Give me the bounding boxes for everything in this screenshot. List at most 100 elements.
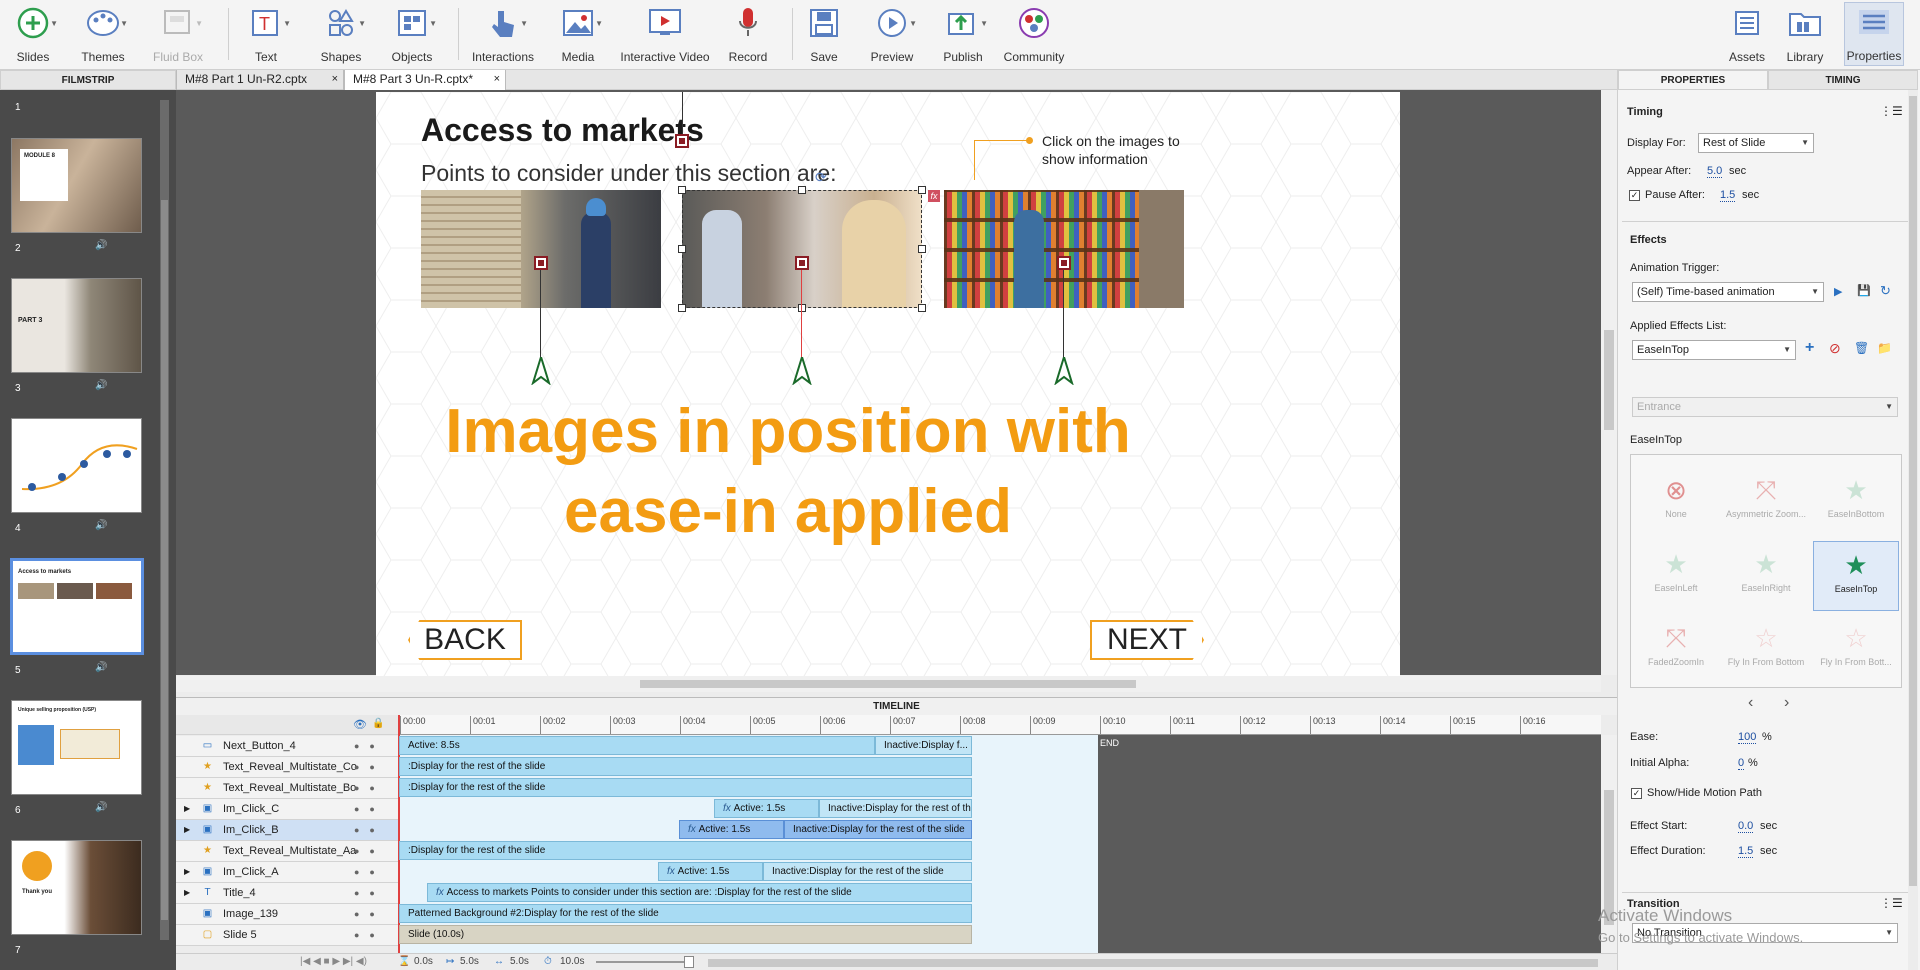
interactive-video-button[interactable]: Interactive Video bbox=[620, 4, 710, 66]
timeline-bar[interactable]: Patterned Background #2:Display for the … bbox=[399, 904, 972, 923]
pause-after-value[interactable]: 1.5 bbox=[1720, 189, 1736, 202]
disable-effect-icon[interactable]: ⊘ bbox=[1829, 340, 1841, 357]
timeline-row[interactable]: ★ Text_Reveal_Multistate_Aa ●● bbox=[176, 841, 398, 862]
objects-button[interactable]: ▼ Objects bbox=[388, 4, 437, 66]
timeline-bar[interactable]: fx Access to markets Points to consider … bbox=[427, 883, 972, 902]
motion-path-marker[interactable] bbox=[795, 256, 809, 270]
slide-thumb-5[interactable]: Access to markets bbox=[10, 558, 144, 655]
slide-title[interactable]: Access to markets bbox=[421, 112, 704, 149]
properties-button[interactable]: Properties bbox=[1844, 2, 1904, 66]
timeline-bar[interactable]: :Display for the rest of the slide bbox=[399, 778, 972, 797]
timeline-bar[interactable]: Inactive:Display for the rest of the sli… bbox=[784, 820, 972, 839]
visibility-lock-toggles[interactable]: ●● bbox=[354, 825, 385, 835]
timeline-row[interactable]: ▢ Slide 5 ●● bbox=[176, 925, 398, 946]
effect-fly-in-from-bott[interactable]: ☆ Fly In From Bott... bbox=[1813, 615, 1899, 685]
rotate-icon[interactable]: ⟳ bbox=[815, 170, 829, 184]
stage-vertical-scroll-thumb[interactable] bbox=[1604, 330, 1614, 430]
effect-easeintop[interactable]: ★ EaseInTop bbox=[1813, 541, 1899, 611]
timeline-bar[interactable]: :Display for the rest of the slide bbox=[399, 757, 972, 776]
resize-handle[interactable] bbox=[798, 304, 806, 312]
expand-icon[interactable]: ▶ bbox=[184, 867, 190, 876]
slide-canvas[interactable]: Access to markets Points to consider und… bbox=[376, 92, 1400, 677]
expand-icon[interactable]: ▶ bbox=[184, 888, 190, 897]
timeline-vertical-scroll-thumb[interactable] bbox=[1604, 790, 1614, 925]
effect-category-dropdown[interactable]: Entrance ▼ bbox=[1632, 397, 1898, 417]
themes-button[interactable]: ▼ Themes bbox=[78, 4, 128, 66]
playback-controls[interactable]: |◀ ◀ ■ ▶ ▶| ◀) bbox=[300, 956, 367, 967]
fx-icon[interactable]: fx bbox=[723, 803, 734, 814]
effect-duration-value[interactable]: 1.5 bbox=[1738, 845, 1754, 858]
resize-handle[interactable] bbox=[918, 304, 926, 312]
slide-thumb-2[interactable]: MODULE 8 bbox=[11, 138, 142, 233]
assets-button[interactable]: Assets bbox=[1726, 4, 1768, 66]
effect-start-value[interactable]: 0.0 bbox=[1738, 820, 1754, 833]
delete-effect-icon[interactable]: 🗑 bbox=[1854, 341, 1869, 355]
text-button[interactable]: T ▼ Text bbox=[244, 4, 291, 66]
chevron-left-icon[interactable]: ‹ bbox=[1748, 694, 1753, 712]
expand-icon[interactable]: ▶ bbox=[184, 825, 190, 834]
timeline-bar[interactable]: fx Active: 1.5s bbox=[658, 862, 763, 881]
community-button[interactable]: Community bbox=[1004, 4, 1064, 66]
timeline-row[interactable]: ▶ ▣ Im_Click_B ●● bbox=[176, 820, 398, 841]
publish-button[interactable]: ▼ Publish bbox=[940, 4, 988, 66]
tab-timing[interactable]: TIMING bbox=[1768, 70, 1918, 90]
shapes-button[interactable]: ▼ Shapes bbox=[318, 4, 366, 66]
motion-path-marker[interactable] bbox=[675, 134, 689, 148]
record-button[interactable]: Record bbox=[726, 4, 770, 66]
menu-icon[interactable]: ⋮☰ bbox=[1880, 104, 1903, 118]
image-click-a[interactable] bbox=[421, 190, 661, 308]
timeline-bar[interactable]: Inactive:Display f... bbox=[875, 736, 972, 755]
effect-easeinright[interactable]: ★ EaseInRight bbox=[1723, 541, 1809, 611]
tab-part1[interactable]: M#8 Part 1 Un-R2.cptx × bbox=[176, 70, 344, 90]
zoom-slider-handle[interactable] bbox=[684, 956, 694, 968]
timeline-horizontal-scrollbar[interactable] bbox=[708, 959, 1598, 967]
motion-path-end-icon[interactable] bbox=[792, 357, 812, 385]
animation-trigger-dropdown[interactable]: (Self) Time-based animation ▼ bbox=[1632, 282, 1824, 302]
timeline-row[interactable]: ▶ ▣ Im_Click_A ●● bbox=[176, 862, 398, 883]
resize-handle[interactable] bbox=[798, 186, 806, 194]
timeline-row[interactable]: ▶ T Title_4 ●● bbox=[176, 883, 398, 904]
menu-icon[interactable]: ⋮☰ bbox=[1880, 896, 1903, 910]
timeline-row[interactable]: ★ Text_Reveal_Multistate_Bo ●● bbox=[176, 778, 398, 799]
fx-badge[interactable]: fx bbox=[928, 190, 940, 202]
effect-fadedzoomin[interactable]: ⤧ FadedZoomIn bbox=[1633, 615, 1719, 685]
fx-icon[interactable]: fx bbox=[688, 824, 699, 835]
save-button[interactable]: Save bbox=[804, 4, 844, 66]
resize-handle[interactable] bbox=[678, 304, 686, 312]
tab-properties[interactable]: PROPERTIES bbox=[1618, 70, 1768, 90]
slide-thumb-3[interactable]: PART 3 bbox=[11, 278, 142, 373]
slide-thumb-7[interactable]: Thank you bbox=[11, 840, 142, 935]
back-button[interactable]: BACK bbox=[408, 620, 522, 660]
filmstrip-scroll-thumb[interactable] bbox=[161, 200, 168, 920]
interactions-button[interactable]: ▼ Interactions bbox=[470, 4, 536, 66]
pause-after-checkbox[interactable]: ✓ bbox=[1629, 190, 1640, 201]
visibility-lock-toggles[interactable]: ●● bbox=[354, 867, 385, 877]
timeline-bar[interactable]: Inactive:Display for the rest of the sli… bbox=[763, 862, 972, 881]
add-effect-icon[interactable]: + bbox=[1805, 339, 1814, 357]
slide-subtitle[interactable]: Points to consider under this section ar… bbox=[421, 160, 837, 187]
tab-part3[interactable]: M#8 Part 3 Un-R.cptx* × bbox=[344, 70, 506, 90]
effect-easeinbottom[interactable]: ★ EaseInBottom bbox=[1813, 467, 1899, 537]
slide-thumb-4[interactable] bbox=[11, 418, 142, 513]
headline-line-1[interactable]: Images in position with bbox=[376, 392, 1200, 472]
visibility-lock-toggles[interactable]: ●● bbox=[354, 804, 385, 814]
image-click-c[interactable] bbox=[944, 190, 1184, 308]
timeline-bar[interactable]: fx Active: 1.5s bbox=[679, 820, 784, 839]
show-hide-motion-path-checkbox[interactable]: ✓ bbox=[1631, 788, 1642, 799]
timeline-bar[interactable]: fx Active: 1.5s bbox=[714, 799, 819, 818]
visibility-lock-toggles[interactable]: ●● bbox=[354, 783, 385, 793]
play-icon[interactable]: ▶ bbox=[1834, 285, 1842, 298]
timeline-row[interactable]: ▭ Next_Button_4 ●● bbox=[176, 736, 398, 757]
motion-path-end-icon[interactable] bbox=[1054, 357, 1074, 385]
lock-icon[interactable]: 🔒 bbox=[372, 718, 384, 729]
fx-icon[interactable]: fx bbox=[436, 887, 447, 898]
visibility-lock-toggles[interactable]: ●● bbox=[354, 888, 385, 898]
resize-handle[interactable] bbox=[678, 186, 686, 194]
close-icon[interactable]: × bbox=[332, 70, 338, 89]
timeline-bar[interactable]: Inactive:Display for the rest of the sli… bbox=[819, 799, 972, 818]
preview-button[interactable]: ▼ Preview bbox=[866, 4, 918, 66]
motion-path-marker[interactable] bbox=[534, 256, 548, 270]
resize-handle[interactable] bbox=[678, 245, 686, 253]
media-button[interactable]: ▼ Media bbox=[554, 4, 603, 66]
effect-none[interactable]: ⊗ None bbox=[1633, 467, 1719, 537]
